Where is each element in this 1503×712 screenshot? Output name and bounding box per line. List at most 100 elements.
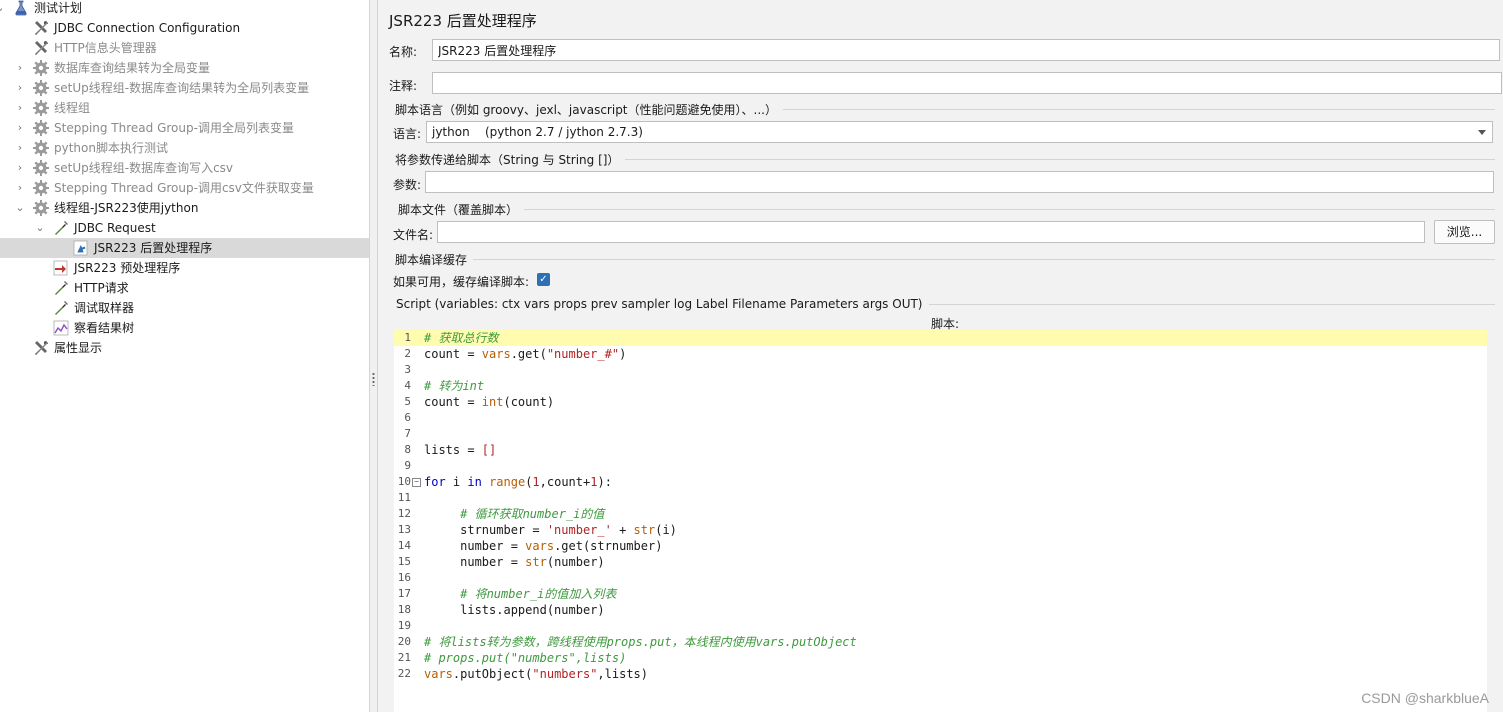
code-line[interactable]: 16 bbox=[394, 570, 1487, 586]
thread-group-gear-icon bbox=[32, 59, 50, 77]
code-token: (number) bbox=[546, 555, 605, 569]
line-number: 2 bbox=[404, 347, 411, 360]
code-token: lists.append(number) bbox=[424, 603, 605, 617]
script-section-title: Script (variables: ctx vars props prev s… bbox=[396, 297, 923, 311]
fold-toggle-icon[interactable]: − bbox=[412, 478, 421, 487]
code-line[interactable]: 5 count = int(count) bbox=[394, 394, 1487, 410]
thread-group-gear-icon bbox=[32, 199, 50, 217]
code-line[interactable]: 7 bbox=[394, 426, 1487, 442]
code-line[interactable]: 21 # props.put("numbers",lists) bbox=[394, 650, 1487, 666]
tree-item[interactable]: › Stepping Thread Group-调用全局列表变量 bbox=[0, 118, 369, 138]
line-number: 11 bbox=[397, 491, 411, 504]
thread-group-gear-icon bbox=[32, 119, 50, 137]
code-line[interactable]: 22 vars.putObject("numbers",lists) bbox=[394, 666, 1487, 682]
code-token: str bbox=[633, 523, 656, 537]
code-text: count = int(count) bbox=[424, 394, 554, 410]
tree-item-label: JSR223 后置处理程序 bbox=[94, 241, 213, 255]
code-line[interactable]: 14 number = vars.get(strnumber) bbox=[394, 538, 1487, 554]
script-editor[interactable]: 1 # 获取总行数 2 count = vars.get("number_#") 3 4 #… bbox=[394, 330, 1487, 712]
name-field[interactable] bbox=[432, 39, 1500, 61]
code-token: (i) bbox=[655, 523, 677, 537]
chevron-right-icon[interactable]: › bbox=[15, 138, 25, 158]
compile-cache-section-title: 脚本编译缓存 bbox=[395, 253, 468, 267]
tree-item[interactable]: › setUp线程组-数据库查询写入csv bbox=[0, 158, 369, 178]
tree-item[interactable]: › 线程组 bbox=[0, 98, 369, 118]
chevron-down-icon[interactable]: ⌄ bbox=[35, 218, 45, 238]
tree-item-label: 测试计划 bbox=[34, 1, 83, 15]
code-token: int bbox=[481, 395, 504, 409]
code-line[interactable]: 11 bbox=[394, 490, 1487, 506]
code-line[interactable]: 18 lists.append(number) bbox=[394, 602, 1487, 618]
code-token: number = bbox=[424, 555, 526, 569]
tree-item[interactable]: ⌄ 测试计划 bbox=[0, 0, 369, 18]
tree-item[interactable]: HTTP请求 bbox=[0, 278, 369, 298]
tree-item-label: JDBC Connection Configuration bbox=[54, 21, 241, 35]
code-token: .get(strnumber) bbox=[554, 539, 663, 553]
compile-cache-section: 脚本编译缓存 bbox=[395, 251, 1495, 268]
code-line[interactable]: 6 bbox=[394, 410, 1487, 426]
code-token: [] bbox=[481, 443, 497, 457]
split-pane-divider[interactable] bbox=[369, 0, 378, 712]
code-token: str bbox=[525, 555, 547, 569]
code-line[interactable]: 3 bbox=[394, 362, 1487, 378]
code-line[interactable]: 19 bbox=[394, 618, 1487, 634]
tree-item[interactable]: JSR223 后置处理程序 bbox=[0, 238, 369, 258]
code-line[interactable]: 20 # 将lists转为参数，跨线程使用props.put，本线程内使用vars… bbox=[394, 634, 1487, 650]
code-text: lists.append(number) bbox=[424, 602, 605, 618]
code-line[interactable]: 12 # 循环获取number_i的值 bbox=[394, 506, 1487, 522]
chevron-down-icon[interactable]: ⌄ bbox=[0, 0, 5, 18]
comment-field[interactable] bbox=[432, 72, 1502, 94]
line-number: 15 bbox=[397, 555, 411, 568]
cache-checkbox[interactable]: ✓ bbox=[537, 273, 550, 286]
tree-item[interactable]: 察看结果树 bbox=[0, 318, 369, 338]
tree-item[interactable]: › 数据库查询结果转为全局变量 bbox=[0, 58, 369, 78]
script-file-section: 脚本文件（覆盖脚本） bbox=[398, 201, 1495, 218]
code-line[interactable]: 4 # 转为int bbox=[394, 378, 1487, 394]
code-text: # 将number_i的值加入列表 bbox=[424, 586, 616, 602]
test-plan-tree[interactable]: ⌄ 测试计划 JDBC Connection Configuration HTTP信息… bbox=[0, 0, 369, 712]
parameters-field[interactable] bbox=[425, 171, 1494, 193]
code-text: # 转为int bbox=[424, 378, 484, 394]
tree-item[interactable]: › python脚本执行测试 bbox=[0, 138, 369, 158]
line-number: 13 bbox=[397, 523, 411, 536]
code-line[interactable]: 13 strnumber = 'number_' + str(i) bbox=[394, 522, 1487, 538]
tree-item-label: 线程组 bbox=[54, 101, 91, 115]
tree-item[interactable]: 调试取样器 bbox=[0, 298, 369, 318]
code-line[interactable]: 2 count = vars.get("number_#") bbox=[394, 346, 1487, 362]
tree-item-label: JDBC Request bbox=[74, 221, 156, 235]
script-file-section-title: 脚本文件（覆盖脚本） bbox=[398, 203, 519, 217]
code-token: for bbox=[424, 475, 446, 489]
chevron-right-icon[interactable]: › bbox=[15, 78, 25, 98]
code-line[interactable]: 17 # 将number_i的值加入列表 bbox=[394, 586, 1487, 602]
tree-item[interactable]: ⌄ 线程组-JSR223使用jython bbox=[0, 198, 369, 218]
chevron-right-icon[interactable]: › bbox=[15, 158, 25, 178]
chevron-down-icon[interactable]: ⌄ bbox=[15, 198, 25, 218]
browse-button[interactable]: 浏览... bbox=[1434, 220, 1495, 244]
code-line[interactable]: 8 lists = [] bbox=[394, 442, 1487, 458]
code-line[interactable]: 9 bbox=[394, 458, 1487, 474]
chevron-right-icon[interactable]: › bbox=[15, 118, 25, 138]
chevron-right-icon[interactable]: › bbox=[15, 58, 25, 78]
code-line[interactable]: 10− for i in range(1,count+1): bbox=[394, 474, 1487, 490]
tree-item[interactable]: JDBC Connection Configuration bbox=[0, 18, 369, 38]
parameters-label: 参数: bbox=[393, 178, 422, 192]
comment-label: 注释: bbox=[389, 79, 418, 93]
tree-item[interactable]: JSR223 预处理程序 bbox=[0, 258, 369, 278]
language-select[interactable]: jython (python 2.7 / jython 2.7.3) bbox=[426, 121, 1493, 143]
code-line[interactable]: 1 # 获取总行数 bbox=[394, 330, 1487, 346]
tree-item[interactable]: 属性显示 bbox=[0, 338, 369, 358]
chevron-right-icon[interactable]: › bbox=[15, 178, 25, 198]
code-line[interactable]: 15 number = str(number) bbox=[394, 554, 1487, 570]
chevron-right-icon[interactable]: › bbox=[15, 98, 25, 118]
tree-item[interactable]: ⌄ JDBC Request bbox=[0, 218, 369, 238]
line-number: 7 bbox=[404, 427, 411, 440]
post-processor-arrow-icon bbox=[72, 239, 90, 257]
filename-field[interactable] bbox=[437, 221, 1425, 243]
tree-item[interactable]: › setUp线程组-数据库查询结果转为全局列表变量 bbox=[0, 78, 369, 98]
tree-item[interactable]: HTTP信息头管理器 bbox=[0, 38, 369, 58]
line-number: 20 bbox=[397, 635, 411, 648]
code-token: ,count+ bbox=[539, 475, 591, 489]
line-number: 19 bbox=[397, 619, 411, 632]
code-token: vars bbox=[481, 347, 511, 361]
tree-item[interactable]: › Stepping Thread Group-调用csv文件获取变量 bbox=[0, 178, 369, 198]
